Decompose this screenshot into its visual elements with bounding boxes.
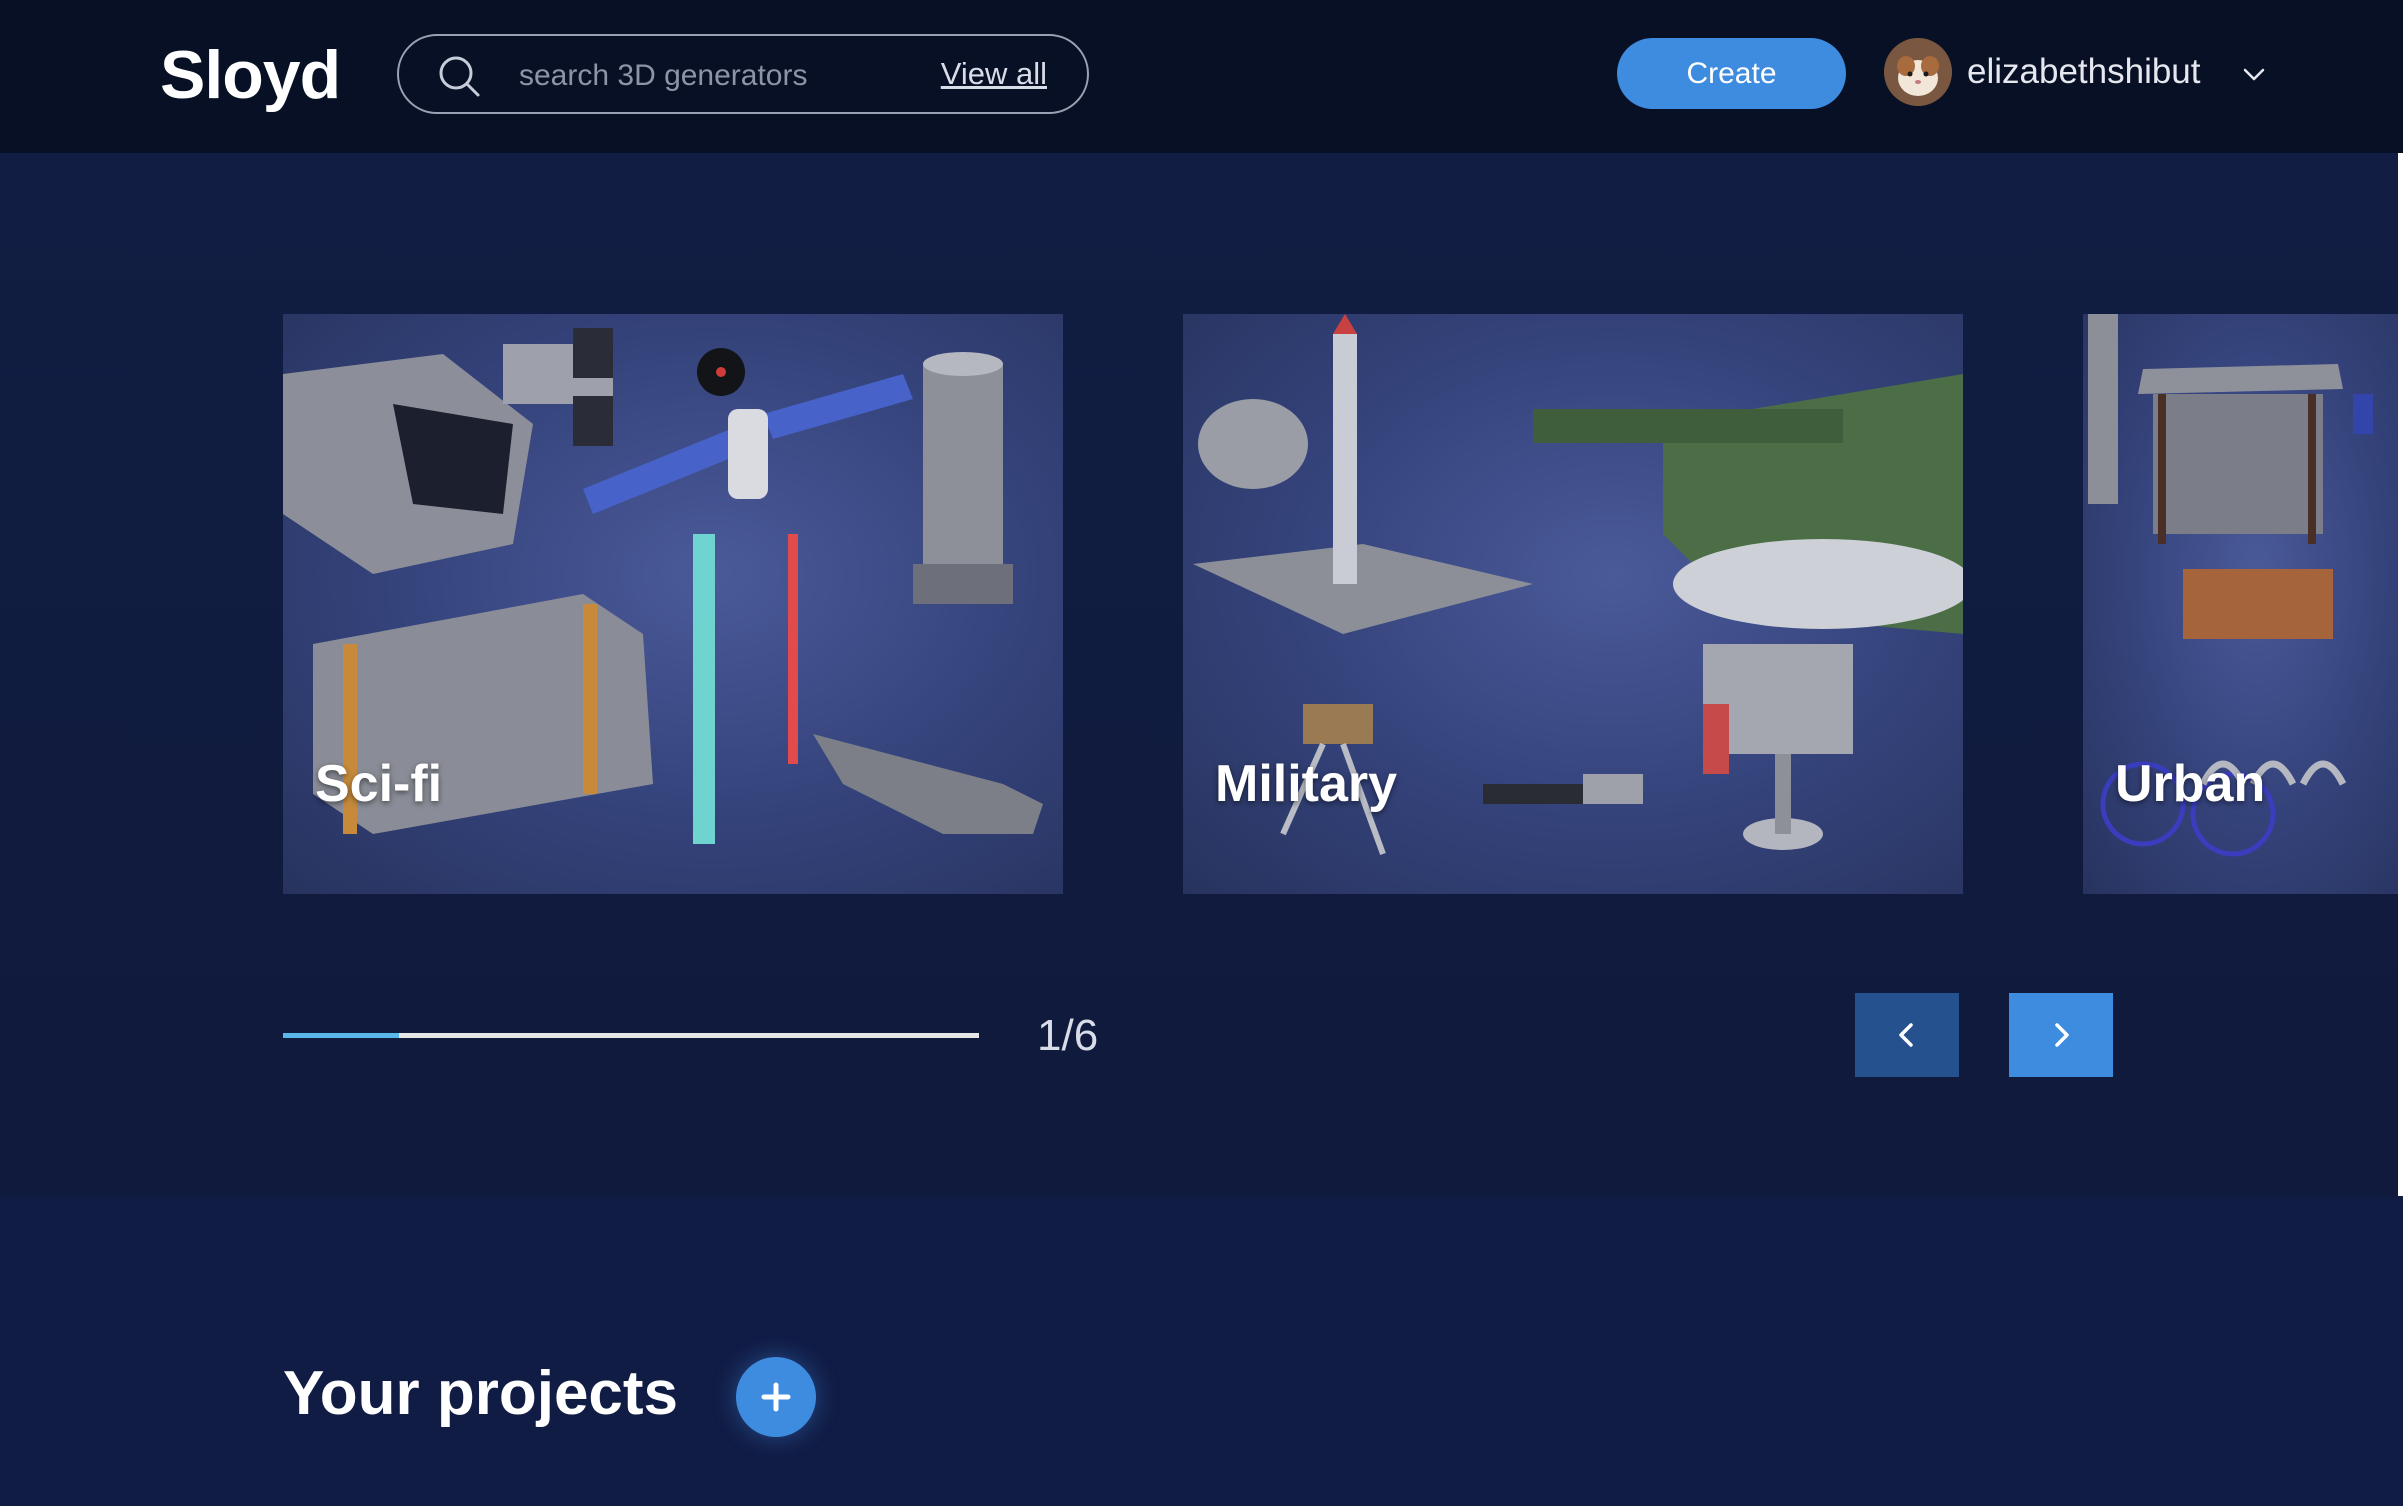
generator-categories-carousel: Sci-fi Military Urban 1/6 [0,153,2398,1196]
slide-counter: 1/6 [1037,1011,1099,1060]
previous-slide-button[interactable] [1855,993,1959,1077]
category-title: Urban [2115,755,2266,813]
sloyd-logo[interactable]: Sloyd [160,36,341,114]
category-title: Sci-fi [315,755,443,813]
category-card-military[interactable]: Military [1183,314,1963,894]
add-project-button[interactable] [736,1357,816,1437]
category-title: Military [1215,755,1398,813]
category-card-sci-fi[interactable]: Sci-fi [283,314,1063,894]
username[interactable]: elizabethshibut [1967,52,2201,92]
top-nav-bar: Sloyd View all Create elizabethshibut [0,0,2403,153]
section-title: Your projects [283,1359,679,1428]
view-all-link[interactable]: View all [941,56,1047,92]
carousel-progress-fill [283,1033,400,1038]
guinea-pig-avatar-image [1884,38,1952,106]
chevron-right-icon [2055,1023,2069,1047]
carousel-progress-bar [283,1033,979,1038]
search-input[interactable] [519,54,849,98]
projects-section [0,1196,2403,1506]
create-button[interactable]: Create [1617,38,1846,109]
search-bar[interactable]: View all [397,34,1089,114]
chevron-left-icon [1899,1023,1913,1047]
avatar[interactable] [1884,38,1952,106]
plus-icon [761,1382,791,1412]
search-icon [439,56,480,97]
chevron-down-icon[interactable] [2240,60,2268,88]
next-slide-button[interactable] [2009,993,2113,1077]
category-card-urban[interactable]: Urban [2083,314,2398,894]
